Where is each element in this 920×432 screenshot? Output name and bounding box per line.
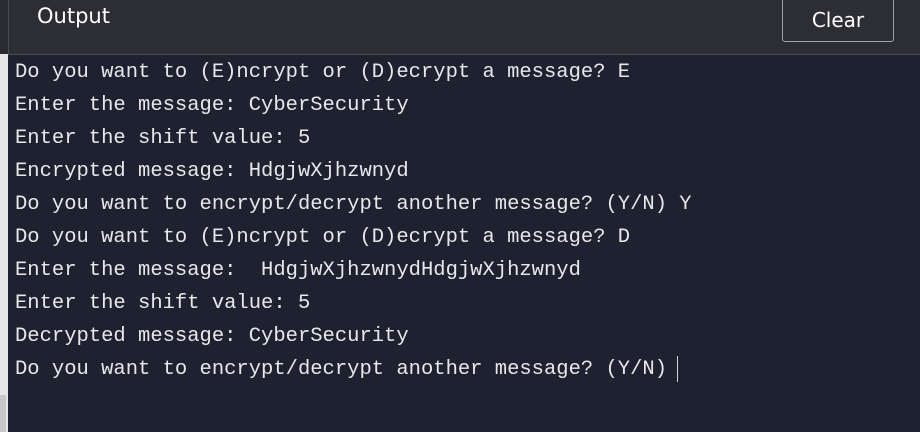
terminal-line: Do you want to encrypt/decrypt another m…	[15, 193, 692, 216]
terminal-prompt: Do you want to encrypt/decrypt another m…	[15, 358, 668, 381]
terminal-line: Do you want to (E)ncrypt or (D)ecrypt a …	[15, 61, 631, 84]
terminal-line: Do you want to (E)ncrypt or (D)ecrypt a …	[15, 226, 631, 249]
terminal-line: Enter the shift value: 5	[15, 292, 311, 315]
terminal-line: Encrypted message: HdgjwXjhzwnyd	[15, 160, 409, 183]
output-header: Output Clear	[8, 0, 920, 55]
terminal-line: Enter the message: HdgjwXjhzwnydHdgjwXjh…	[15, 259, 581, 282]
text-cursor	[677, 355, 679, 382]
terminal-line: Enter the message: CyberSecurity	[15, 94, 409, 117]
output-title: Output	[37, 4, 110, 28]
clear-button[interactable]: Clear	[782, 0, 894, 42]
terminal-line: Enter the shift value: 5	[15, 127, 311, 150]
terminal-line: Decrypted message: CyberSecurity	[15, 325, 409, 348]
left-edge	[0, 0, 8, 432]
terminal-output[interactable]: Do you want to (E)ncrypt or (D)ecrypt a …	[8, 55, 920, 432]
terminal-input-line[interactable]: Do you want to encrypt/decrypt another m…	[15, 353, 679, 386]
